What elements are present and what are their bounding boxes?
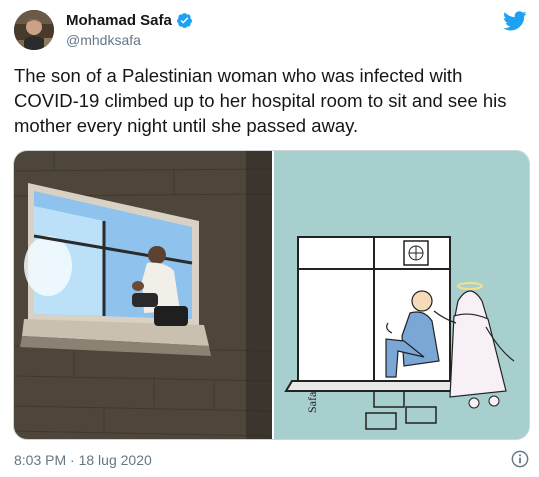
- display-name[interactable]: Mohamad Safa: [66, 12, 172, 29]
- tweet-time: 8:03 PM: [14, 452, 67, 468]
- author-block: Mohamad Safa @mhdksafa: [66, 12, 193, 48]
- verified-badge-icon: [176, 12, 193, 29]
- avatar[interactable]: [14, 10, 54, 50]
- tweet-text: The son of a Palestinian woman who was i…: [14, 65, 507, 136]
- illustration-mother-and-son[interactable]: Safa: [272, 151, 529, 439]
- media-grid[interactable]: Safa: [13, 150, 530, 440]
- user-handle[interactable]: @mhdksafa: [66, 32, 193, 48]
- illustration-signature: Safa: [305, 391, 319, 413]
- timestamp-separator: ·: [70, 452, 75, 468]
- photo-man-at-window[interactable]: [14, 151, 272, 439]
- tweet-timestamp[interactable]: 8:03 PM · 18 lug 2020: [14, 452, 152, 468]
- info-icon[interactable]: [511, 450, 529, 468]
- twitter-bird-icon[interactable]: [503, 10, 527, 32]
- tweet-card: Mohamad Safa @mhdksafa The son of a Pale…: [0, 0, 539, 477]
- tweet-date: 18 lug 2020: [78, 452, 152, 468]
- tweet-header: Mohamad Safa @mhdksafa: [14, 10, 529, 54]
